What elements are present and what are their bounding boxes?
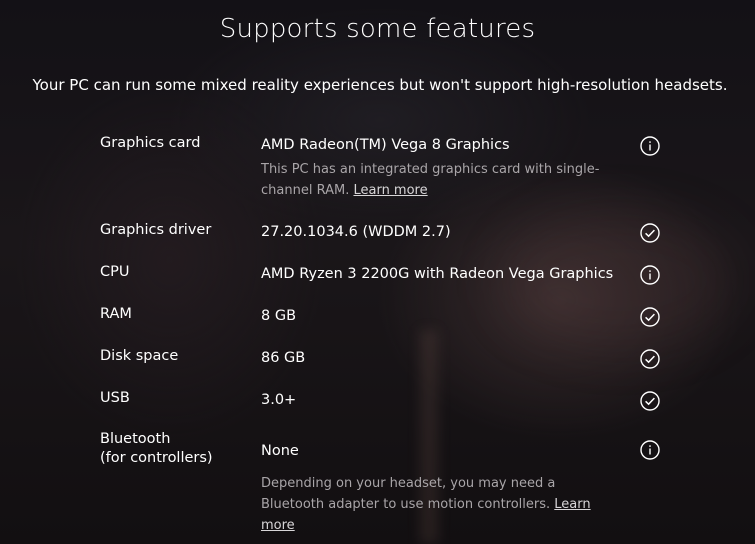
requirement-label: Bluetooth (for controllers) [100,430,250,468]
info-icon [639,135,661,157]
requirement-label: USB [100,390,130,406]
requirement-value: None [261,443,299,459]
page-title: Supports some features [219,14,536,44]
requirement-label: CPU [100,264,130,280]
learn-more-link[interactable]: Learn more [353,183,427,198]
requirement-value: 86 GB [261,350,306,366]
requirement-label-line: Bluetooth [100,431,171,447]
info-icon [639,439,661,461]
note-text: This PC has an integrated graphics card … [261,162,600,198]
requirement-label-line: (for controllers) [100,450,213,466]
requirement-value: AMD Ryzen 3 2200G with Radeon Vega Graph… [261,266,614,282]
check-icon [639,348,661,370]
requirement-label: Disk space [100,348,179,364]
requirement-note: This PC has an integrated graphics card … [261,159,621,201]
page-subtitle: Your PC can run some mixed reality exper… [32,76,728,94]
info-icon [639,264,661,286]
requirement-label: Graphics card [100,135,201,151]
requirement-value: 8 GB [261,308,297,324]
check-icon [639,390,661,412]
requirement-label: Graphics driver [100,222,212,238]
note-text: Depending on your headset, you may need … [261,476,556,512]
requirement-note: Depending on your headset, you may need … [261,473,621,536]
check-icon [639,222,661,244]
requirement-label: RAM [100,306,132,322]
check-icon [639,306,661,328]
requirement-value: 3.0+ [261,392,297,408]
requirement-value: AMD Radeon(TM) Vega 8 Graphics [261,137,510,153]
requirement-value: 27.20.1034.6 (WDDM 2.7) [261,224,451,240]
